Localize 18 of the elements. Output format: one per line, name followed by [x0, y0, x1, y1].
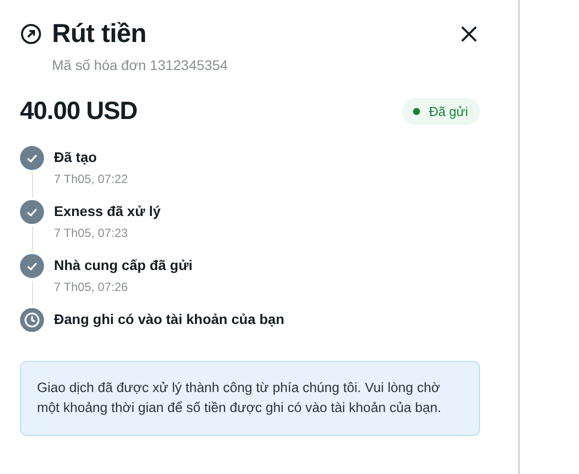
step-label: Đang ghi có vào tài khoản của bạn [54, 311, 284, 327]
invoice-number: Mã số hóa đơn 1312345354 [52, 57, 229, 73]
arrow-circle-icon [20, 22, 42, 44]
info-message: Giao dịch đã được xử lý thành công từ phía chúng tôi. Vui lòng chờ một khoảng thời gian để số tiền được ghi có vào tài khoản của bạn. [37, 379, 442, 418]
clock-icon [20, 308, 44, 332]
status-badge: Đã gửi [402, 98, 480, 125]
step-label: Nhà cung cấp đã gửi [54, 257, 192, 273]
step-time: 7 Th05, 07:22 [54, 172, 128, 186]
check-icon [20, 200, 44, 224]
step-time: 7 Th05, 07:23 [54, 226, 129, 240]
step-label: Đã tạo [54, 149, 98, 165]
check-icon [20, 254, 44, 278]
check-icon [20, 146, 44, 170]
step-time: 7 Th05, 07:26 [54, 280, 129, 294]
page-title: Rút tiền [52, 18, 148, 49]
step-label: Exness đã xử lý [54, 203, 161, 219]
amount-value: 40.00 [20, 97, 80, 126]
currency-label: USD [86, 97, 138, 126]
